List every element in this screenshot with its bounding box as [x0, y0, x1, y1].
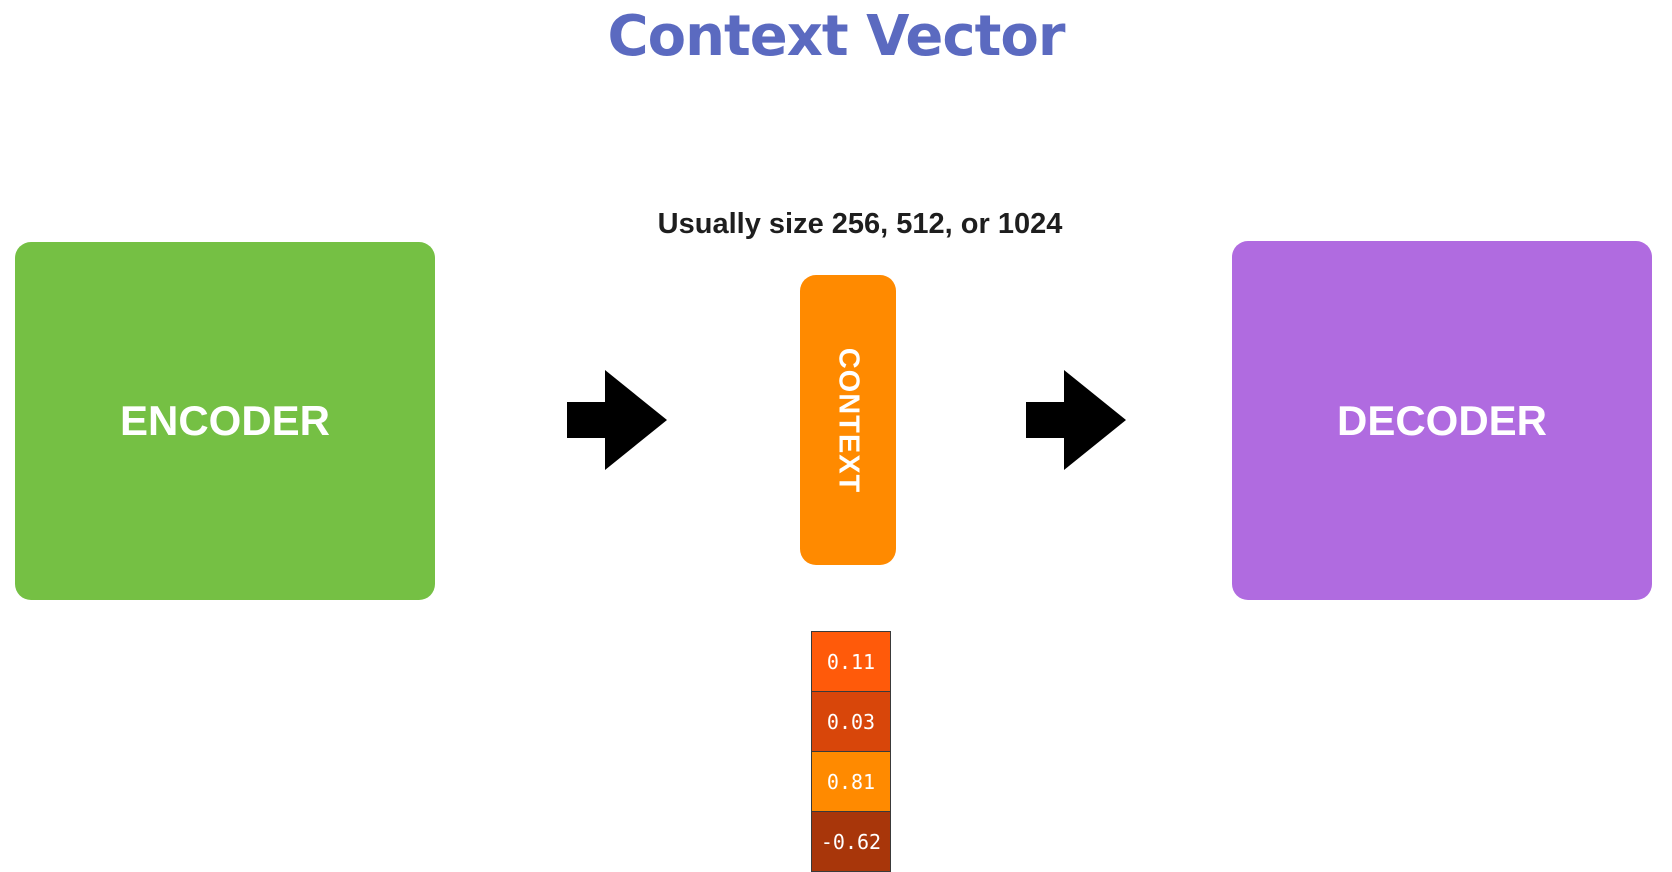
vector-cell: 0.11: [812, 632, 890, 692]
right-arrow-icon: [567, 370, 667, 470]
right-arrow-icon: [1026, 370, 1126, 470]
encoder-label: ENCODER: [119, 397, 331, 444]
decoder-block: DECODER: [1232, 241, 1652, 600]
decoder-label: DECODER: [1336, 396, 1548, 444]
vector-cell: 0.03: [812, 692, 890, 752]
vector-cell: 0.81: [812, 752, 890, 812]
context-block: CONTEXT: [800, 275, 896, 565]
encoder-block: ENCODER: [15, 242, 435, 600]
context-vector: 0.11 0.03 0.81 -0.62: [811, 631, 891, 872]
context-label: CONTEXT: [832, 347, 865, 493]
vector-cell: -0.62: [812, 812, 890, 871]
page-title: Context Vector: [607, 4, 1066, 69]
context-size-caption: Usually size 256, 512, or 1024: [657, 208, 1063, 240]
